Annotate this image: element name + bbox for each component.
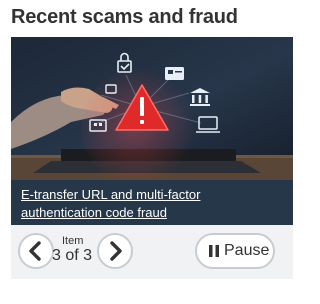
chevron-right-icon [110, 241, 122, 261]
chevron-left-icon [29, 241, 41, 261]
section-heading: Recent scams and fraud [11, 6, 238, 28]
item-label: Item [62, 235, 84, 247]
slide-caption: E-transfer URL and multi-factor authenti… [11, 180, 293, 225]
item-position: 3 of 3 [52, 247, 93, 264]
previous-button[interactable] [18, 233, 54, 269]
pause-icon [209, 245, 219, 257]
next-button[interactable] [97, 233, 133, 269]
carousel-slide: E-transfer URL and multi-factor authenti… [11, 37, 293, 225]
pause-label: Pause [224, 242, 270, 259]
pause-button[interactable]: Pause [195, 233, 275, 269]
slide-title-link[interactable]: E-transfer URL and multi-factor authenti… [21, 186, 283, 222]
carousel-controls: Item 3 of 3 Pause [11, 225, 293, 279]
fraud-warning-image [11, 37, 293, 180]
